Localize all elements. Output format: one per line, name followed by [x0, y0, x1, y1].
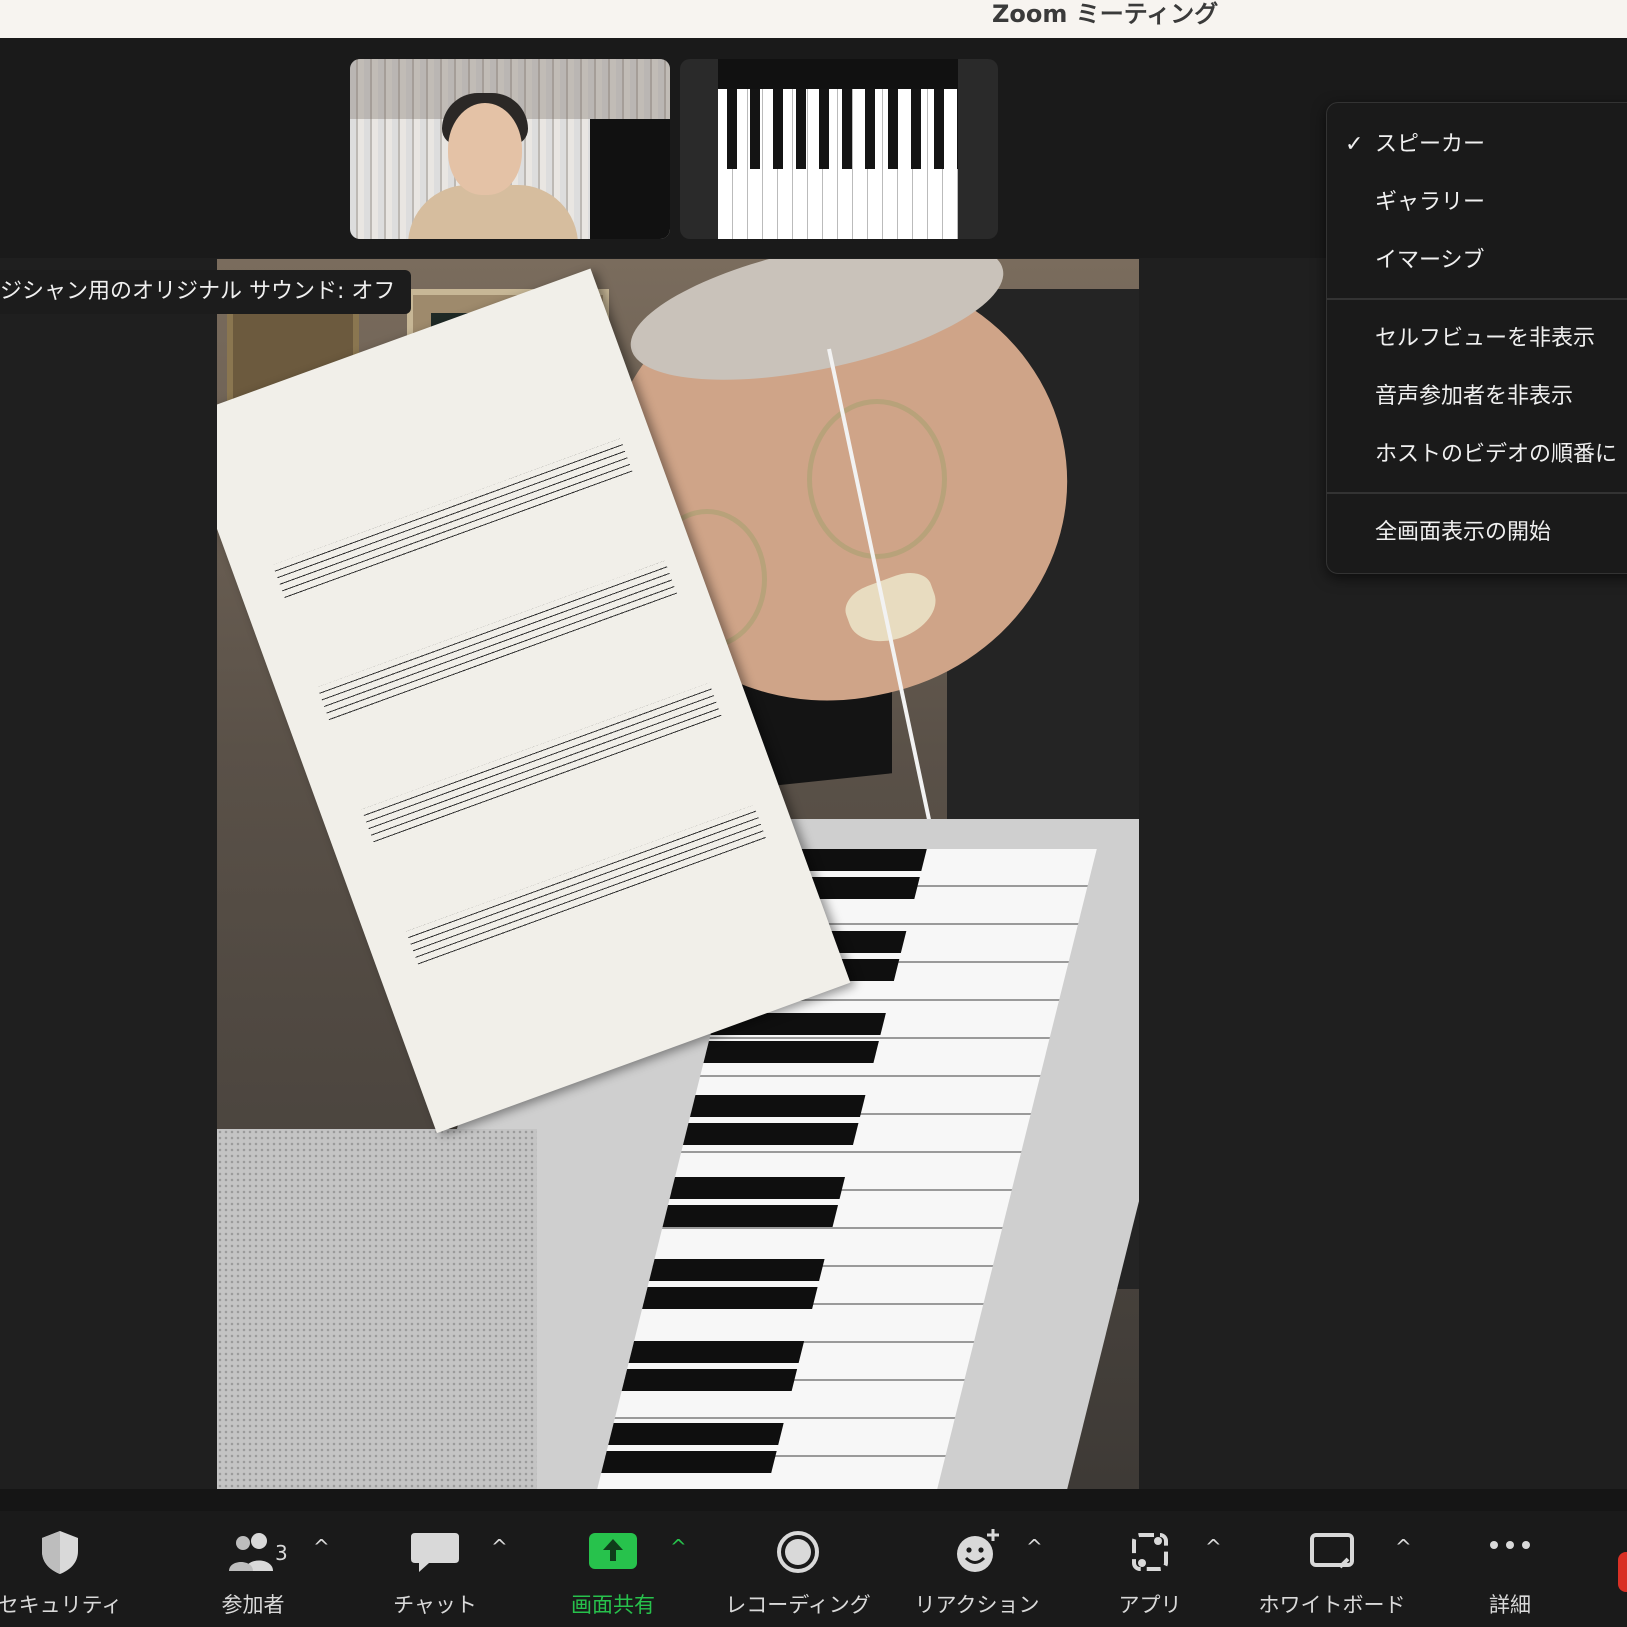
- menu-item-hide-self-view[interactable]: セルフビューを非表示: [1327, 314, 1627, 364]
- glasses: [807, 399, 947, 559]
- more-dots-icon: [1490, 1541, 1530, 1549]
- menu-item-immersive[interactable]: イマーシブ: [1327, 236, 1627, 286]
- keyboard-speaker-grill: [217, 1129, 537, 1489]
- menu-item-gallery[interactable]: ギャラリー: [1327, 178, 1627, 228]
- participant-thumbnail-1[interactable]: [350, 59, 670, 239]
- participants-label: 参加者: [221, 1593, 285, 1617]
- menu-separator: [1327, 492, 1627, 494]
- menu-item-label: スピーカー: [1375, 132, 1486, 157]
- main-speaker-video[interactable]: [217, 259, 1139, 1489]
- chat-button[interactable]: チャット: [380, 1527, 490, 1619]
- share-options-caret[interactable]: ^: [670, 1535, 687, 1559]
- title-bar: Zoom ミーティング: [0, 0, 1627, 38]
- chat-options-caret[interactable]: ^: [491, 1535, 508, 1559]
- reactions-label: リアクション: [914, 1593, 1040, 1617]
- apps-label: アプリ: [1118, 1593, 1182, 1617]
- menu-separator: [1327, 298, 1627, 300]
- menu-item-label: ギャラリー: [1375, 190, 1486, 215]
- menu-item-label: 音声参加者を非表示: [1375, 384, 1574, 409]
- menu-item-label: ホストのビデオの順番に: [1375, 442, 1618, 467]
- menu-item-label: セルフビューを非表示: [1375, 326, 1596, 351]
- record-label: レコーディング: [725, 1593, 871, 1617]
- participant-count: 3: [275, 1541, 288, 1565]
- check-icon: ✓: [1345, 132, 1364, 157]
- view-menu: ✓ スピーカー ギャラリー イマーシブ セルフビューを非表示 音声参加者を非表示…: [1326, 102, 1627, 574]
- more-label: 詳細: [1489, 1593, 1531, 1617]
- apps-options-caret[interactable]: ^: [1205, 1535, 1222, 1559]
- chat-label: チャット: [393, 1593, 477, 1617]
- whiteboard-label: ホワイトボード: [1258, 1593, 1406, 1617]
- share-screen-label: 画面共有: [571, 1593, 655, 1617]
- apps-button[interactable]: アプリ: [1095, 1527, 1205, 1619]
- piano-keys-video: [718, 59, 958, 239]
- participant-thumbnail-2[interactable]: [680, 59, 998, 239]
- apps-icon: [1132, 1533, 1168, 1571]
- original-sound-banner: ジシャン用のオリジナル サウンド: オフ: [0, 270, 412, 314]
- menu-item-hide-audio-participants[interactable]: 音声参加者を非表示: [1327, 372, 1627, 422]
- background-piano: [590, 119, 670, 239]
- people-icon: [229, 1533, 273, 1571]
- participants-options-caret[interactable]: ^: [313, 1535, 330, 1559]
- menu-item-host-video-order[interactable]: ホストのビデオの順番に: [1327, 430, 1627, 480]
- record-icon: [777, 1531, 819, 1573]
- more-button[interactable]: 詳細: [1460, 1527, 1560, 1619]
- menu-item-label: 全画面表示の開始: [1375, 520, 1552, 545]
- security-label: セキュリティ: [0, 1593, 123, 1617]
- shield-icon: [42, 1531, 78, 1574]
- chat-bubble-icon: [411, 1533, 459, 1572]
- menu-item-enter-fullscreen[interactable]: 全画面表示の開始: [1327, 508, 1627, 558]
- record-button[interactable]: レコーディング: [718, 1527, 878, 1619]
- menu-item-label: イマーシブ: [1375, 248, 1485, 273]
- window-title: Zoom ミーティング: [992, 0, 1219, 28]
- reactions-options-caret[interactable]: ^: [1026, 1535, 1043, 1559]
- emoji-add-icon: [957, 1529, 999, 1572]
- menu-item-speaker[interactable]: ✓ スピーカー: [1327, 120, 1627, 170]
- meeting-toolbar: セキュリティ 参加者 3 ^ チャット ^ 画面共有 ^ レコーディング リアク…: [0, 1489, 1627, 1627]
- participant-face: [448, 103, 522, 195]
- whiteboard-icon: [1310, 1533, 1354, 1569]
- end-meeting-button-edge[interactable]: [1618, 1552, 1627, 1592]
- share-screen-button[interactable]: 画面共有: [558, 1527, 668, 1619]
- whiteboard-options-caret[interactable]: ^: [1395, 1535, 1412, 1559]
- participants-button[interactable]: 参加者: [198, 1527, 308, 1619]
- whiteboard-button[interactable]: ホワイトボード: [1252, 1527, 1412, 1619]
- share-arrow-icon: [589, 1533, 637, 1569]
- security-button[interactable]: セキュリティ: [0, 1527, 134, 1619]
